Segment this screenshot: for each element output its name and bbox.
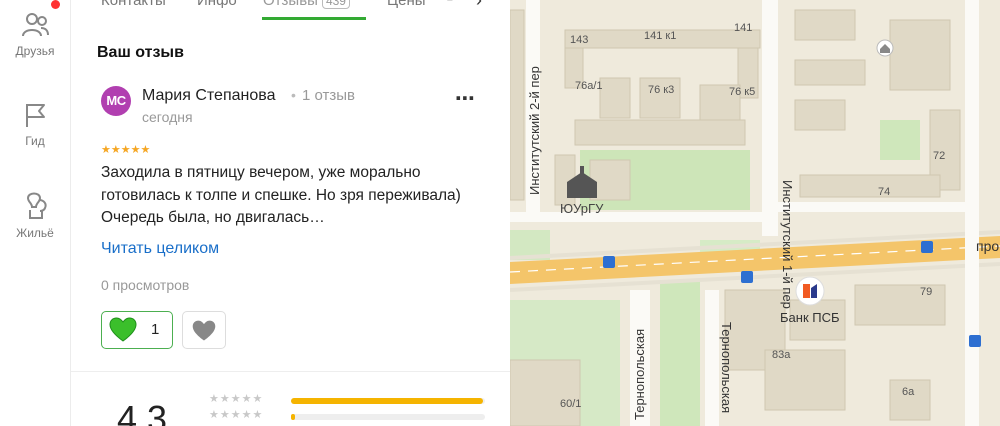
- housing-icon: [26, 192, 47, 219]
- left-rail: Друзья Гид Жильё: [0, 0, 71, 426]
- rail-guide-label: Гид: [25, 134, 45, 148]
- section-title: Ваш отзыв: [97, 44, 184, 61]
- distribution-bar-fill: [291, 398, 484, 404]
- rating-distribution-row: ★★★★★: [209, 393, 509, 408]
- rail-housing-label: Жильё: [16, 226, 54, 240]
- author-review-count: 1 отзыв: [302, 87, 356, 104]
- notification-dot: [51, 0, 60, 9]
- street-label: Институтский 1-й пер: [780, 180, 795, 309]
- distribution-stars: ★★★★★: [209, 393, 264, 405]
- tab-bar: Контакты Инфо Отзывы439 Цены ▮ ›: [71, 0, 510, 24]
- building-label: 6а: [902, 386, 915, 398]
- place-panel: Контакты Инфо Отзывы439 Цены ▮ › Ваш отз…: [71, 0, 510, 426]
- flag-icon: [26, 104, 45, 127]
- chevron-right-icon[interactable]: ›: [476, 0, 482, 11]
- avatar[interactable]: МС: [101, 86, 131, 116]
- tab-prices[interactable]: Цены: [387, 0, 426, 9]
- star-rating: ★★★★★: [101, 144, 151, 156]
- review-date: сегодня: [142, 109, 193, 125]
- poi-label-university[interactable]: ЮУрГУ: [560, 201, 603, 216]
- distribution-bar-track: [291, 398, 485, 404]
- rating-distribution-row: ★★★★★: [209, 409, 509, 424]
- street-label: Тернопольская: [632, 328, 647, 420]
- distribution-bar-track: [291, 414, 485, 420]
- rail-item-friends[interactable]: Друзья: [0, 10, 70, 58]
- building-label: 83а: [772, 349, 791, 361]
- building-label: 60/1: [560, 398, 582, 410]
- green-heart-icon: [109, 317, 137, 342]
- author-name[interactable]: Мария Степанова: [142, 87, 275, 105]
- tab-contacts[interactable]: Контакты: [101, 0, 166, 9]
- street-label: Тернопольская: [719, 322, 734, 414]
- rail-item-housing[interactable]: Жильё: [0, 188, 70, 240]
- like-button[interactable]: 1: [101, 311, 173, 349]
- friends-icon: [22, 13, 49, 37]
- dislike-button[interactable]: [182, 311, 226, 349]
- overall-rating: 4.3: [117, 398, 168, 426]
- active-tab-indicator: [262, 17, 366, 20]
- reviews-count-badge: 439: [321, 0, 350, 9]
- rail-friends-label: Друзья: [15, 44, 55, 58]
- distribution-stars: ★★★★★: [209, 409, 264, 421]
- building-label: 141 к1: [644, 30, 677, 42]
- views-count: 0 просмотров: [101, 277, 190, 293]
- building-label: 72: [933, 150, 946, 162]
- street-label: Институтский 2-й пер: [527, 66, 542, 195]
- author-separator: •: [291, 87, 296, 103]
- poi-label-bank[interactable]: Банк ПСБ: [780, 310, 840, 325]
- review-text: Заходила в пятницу вечером, уже морально…: [101, 164, 461, 226]
- distribution-bar-fill: [291, 414, 295, 420]
- building-label: 143: [570, 34, 589, 46]
- section-divider: [71, 371, 510, 372]
- building-label: 74: [878, 186, 891, 198]
- tab-reviews[interactable]: Отзывы 439: [263, 0, 350, 9]
- street-label: про: [976, 238, 1000, 254]
- building-label: 79: [920, 286, 933, 298]
- rail-item-guide[interactable]: Гид: [0, 100, 70, 148]
- map-view[interactable]: 143 141 к1 141 76а/1 76 к3 76 к5 72 74 7…: [510, 0, 1000, 426]
- like-count: 1: [151, 321, 160, 338]
- building-label: 76 к3: [648, 84, 675, 96]
- more-options-button[interactable]: ⋯: [455, 86, 476, 111]
- building-label: 141: [734, 22, 753, 34]
- tab-fade-icon: ▮: [446, 0, 454, 3]
- tab-info[interactable]: Инфо: [197, 0, 237, 9]
- tab-reviews-label: Отзывы: [263, 0, 318, 9]
- grey-heart-icon: [192, 320, 216, 341]
- building-label: 76 к5: [729, 86, 756, 98]
- building-label: 76а/1: [575, 80, 603, 92]
- review-stars: ★★★★★: [101, 143, 150, 156]
- read-more-link[interactable]: Читать целиком: [101, 240, 219, 258]
